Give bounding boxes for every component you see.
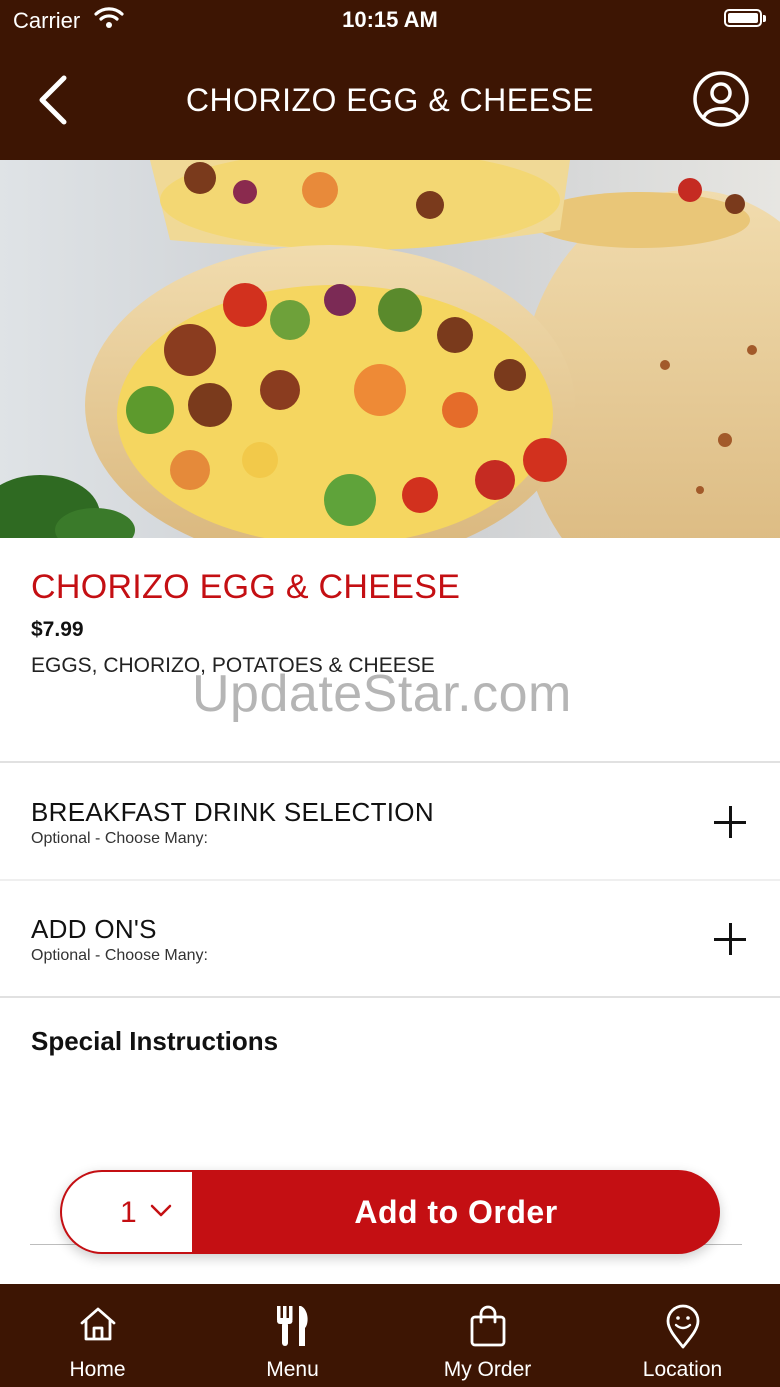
tab-bar: Home Menu My Order Location <box>0 1284 780 1387</box>
item-name: CHORIZO EGG & CHEESE <box>31 568 461 606</box>
status-bar: Carrier 10:15 AM <box>0 0 780 44</box>
option-title: BREAKFAST DRINK SELECTION <box>31 797 434 827</box>
special-instructions-label[interactable]: Special Instructions <box>31 1026 278 1057</box>
quantity-value: 1 <box>120 1196 137 1229</box>
item-price: $7.99 <box>31 618 84 641</box>
option-subtitle: Optional - Choose Many: <box>31 830 208 847</box>
option-add-ons[interactable]: ADD ON'S Optional - Choose Many: <box>0 880 780 996</box>
fork-knife-icon <box>195 1304 390 1348</box>
tab-home[interactable]: Home <box>0 1284 195 1387</box>
tab-label: Location <box>642 1358 723 1381</box>
tab-label: My Order <box>443 1358 532 1381</box>
tab-location[interactable]: Location <box>585 1284 780 1387</box>
tab-my-order[interactable]: My Order <box>390 1284 585 1387</box>
nav-bar: CHORIZO EGG & CHEESE <box>0 44 780 160</box>
item-info: CHORIZO EGG & CHEESE $7.99 EGGS, CHORIZO… <box>0 538 780 762</box>
chevron-down-icon <box>150 1204 172 1223</box>
chevron-left-icon[interactable] <box>32 72 76 128</box>
status-time: 10:15 AM <box>342 7 438 32</box>
quantity-selector[interactable]: 1 <box>62 1172 192 1252</box>
option-title: ADD ON'S <box>31 914 157 944</box>
page-title: CHORIZO EGG & CHEESE <box>185 82 595 118</box>
battery-icon <box>724 9 766 27</box>
plus-icon[interactable] <box>714 923 746 955</box>
tab-label: Menu <box>266 1358 319 1381</box>
location-pin-icon <box>585 1304 780 1349</box>
order-bar: 1 Add to Order <box>60 1170 720 1254</box>
tab-menu[interactable]: Menu <box>195 1284 390 1387</box>
tab-label: Home <box>69 1358 126 1381</box>
hero-image <box>0 160 780 538</box>
shopping-bag-icon <box>390 1304 585 1348</box>
option-subtitle: Optional - Choose Many: <box>31 947 208 964</box>
watermark: UpdateStar.com <box>192 665 572 723</box>
plus-icon[interactable] <box>714 806 746 838</box>
home-icon <box>0 1304 195 1348</box>
divider <box>0 996 780 998</box>
user-circle-icon[interactable] <box>692 70 750 128</box>
option-breakfast-drink[interactable]: BREAKFAST DRINK SELECTION Optional - Cho… <box>0 763 780 879</box>
add-to-order-button[interactable]: Add to Order <box>192 1170 720 1254</box>
